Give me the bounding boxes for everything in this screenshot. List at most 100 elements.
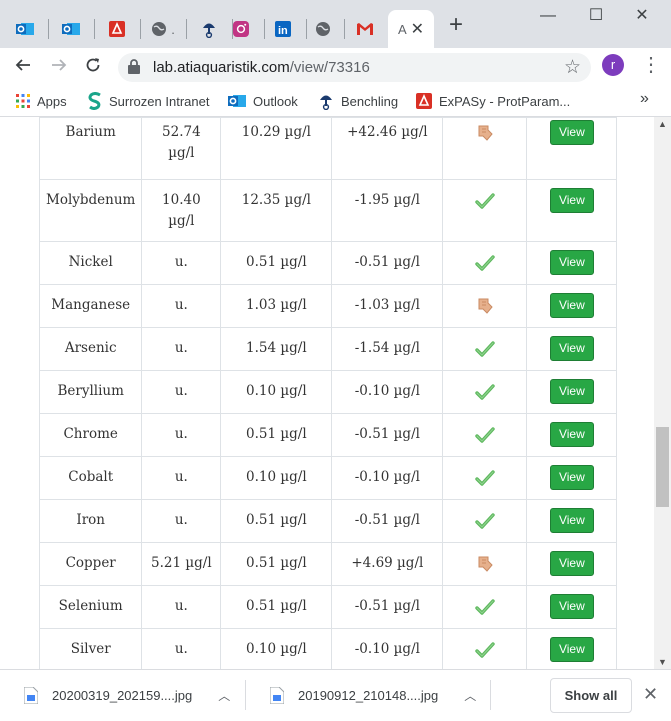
pdf-icon [109,21,125,37]
tab-active[interactable]: A ✕ [388,10,434,48]
view-button[interactable]: View [549,551,594,576]
status-cell [442,542,528,586]
action-cell: View [526,179,618,242]
bookmark-outlook[interactable]: Outlook [228,86,298,116]
reference-cell: 0.51 µg/l [220,585,333,629]
difference-cell: -0.51 µg/l [331,499,444,543]
tab-outlook-2[interactable] [48,10,94,48]
status-cell [442,499,528,543]
measured-cell: u. [141,413,222,457]
status-cell [442,370,528,414]
tab-close-icon[interactable]: ✕ [411,19,424,39]
reload-icon [86,58,100,72]
view-button[interactable]: View [549,637,594,662]
table-row: Iron u. 0.51 µg/l -0.51 µg/l View [38,499,618,543]
check-icon [475,641,495,666]
table-row: Arsenic u. 1.54 µg/l -1.54 µg/l View [38,327,618,371]
reference-cell: 0.51 µg/l [220,542,333,586]
show-all-button[interactable]: Show all [550,678,632,713]
lock-icon[interactable] [128,59,140,74]
view-button[interactable]: View [549,336,594,361]
tab-instagram[interactable] [218,10,264,48]
reload-button[interactable] [80,54,106,80]
download-item[interactable]: 20200319_202159....jpg ︿ [24,670,230,721]
download-filename: 20200319_202159....jpg [52,688,193,703]
element-cell: Copper [38,542,143,586]
vertical-scrollbar[interactable]: ▲ ▼ [654,117,671,669]
difference-cell: -1.95 µg/l [331,179,444,242]
new-tab-button[interactable]: + [444,13,468,38]
menu-kebab-icon[interactable]: ⋮ [641,54,661,76]
download-item[interactable]: 20190912_210148....jpg ︿ [270,670,476,721]
url-text: lab.atiaquaristik.com/view/73316 [153,59,370,76]
status-cell [442,456,528,500]
scroll-up-arrow-icon[interactable]: ▲ [654,119,671,129]
reference-cell: 0.51 µg/l [220,241,333,285]
profile-avatar[interactable]: r [602,54,624,76]
action-cell: View [526,585,618,629]
action-cell: View [526,117,618,180]
bookmark-expasy[interactable]: ExPASy - ProtParam... [416,86,570,116]
element-cell: Cobalt [38,456,143,500]
scroll-thumb[interactable] [656,427,669,507]
table-row: Silver u. 0.10 µg/l -0.10 µg/l View [38,628,618,669]
measured-cell: u. [141,241,222,285]
back-button[interactable] [10,54,36,80]
reference-cell: 0.10 µg/l [220,628,333,669]
view-button[interactable]: View [549,594,594,619]
close-window-button[interactable]: ✕ [632,6,652,26]
table-row: Manganese u. 1.03 µg/l -1.03 µg/l View [38,284,618,328]
element-cell: Arsenic [38,327,143,371]
bookmark-label: Benchling [341,93,399,109]
view-button[interactable]: View [549,120,594,145]
svg-text:in: in [278,25,288,37]
difference-cell: -0.10 µg/l [331,456,444,500]
view-button[interactable]: View [549,188,594,213]
view-button[interactable]: View [549,379,594,404]
pdf-icon [416,93,432,109]
measured-cell: u. [141,585,222,629]
bookmarks-overflow-button[interactable]: » [640,90,649,108]
bookmark-label: ExPASy - ProtParam... [439,93,571,109]
check-icon [475,254,495,279]
minimize-button[interactable]: — [538,6,558,26]
image-file-icon [24,687,38,704]
difference-cell: -1.54 µg/l [331,327,444,371]
tab-gmail[interactable] [342,10,388,48]
maximize-button[interactable]: ☐ [586,6,606,26]
measured-cell: u. [141,284,222,328]
tab-outlook-1[interactable] [2,10,48,48]
reference-cell: 12.35 µg/l [220,179,333,242]
view-button[interactable]: View [549,293,594,318]
bookmark-star-icon[interactable]: ☆ [564,56,581,79]
view-button[interactable]: View [549,508,594,533]
tab-pdf[interactable] [94,10,140,48]
check-icon [475,598,495,623]
view-button[interactable]: View [549,250,594,275]
forward-button[interactable] [46,54,72,80]
reference-cell: 1.03 µg/l [220,284,333,328]
action-cell: View [526,241,618,285]
element-cell: Iron [38,499,143,543]
view-button[interactable]: View [549,465,594,490]
chevron-up-icon[interactable]: ︿ [218,687,230,704]
bookmark-label: Outlook [253,93,298,109]
close-shelf-icon[interactable]: ✕ [643,684,658,705]
address-bar[interactable]: lab.atiaquaristik.com/view/73316 ☆ [118,53,591,82]
tab-globe-1[interactable]: . [140,10,186,48]
view-button[interactable]: View [549,422,594,447]
check-icon [475,426,495,451]
chevron-up-icon[interactable]: ︿ [464,687,476,704]
tab-globe-2[interactable] [300,10,346,48]
bookmark-benchling[interactable]: Benchling [318,86,398,116]
bookmarks-bar: Apps Surrozen Intranet Outlook Benchling… [0,86,671,117]
difference-cell: -0.51 µg/l [331,413,444,457]
bookmark-surrozen[interactable]: Surrozen Intranet [88,86,209,116]
outlook-icon [62,23,80,35]
measured-cell: u. [141,327,222,371]
status-cell [442,585,528,629]
benchling-icon [203,23,215,38]
bookmark-apps[interactable]: Apps [16,86,67,116]
scroll-down-arrow-icon[interactable]: ▼ [654,657,671,667]
gmail-icon [357,23,373,35]
